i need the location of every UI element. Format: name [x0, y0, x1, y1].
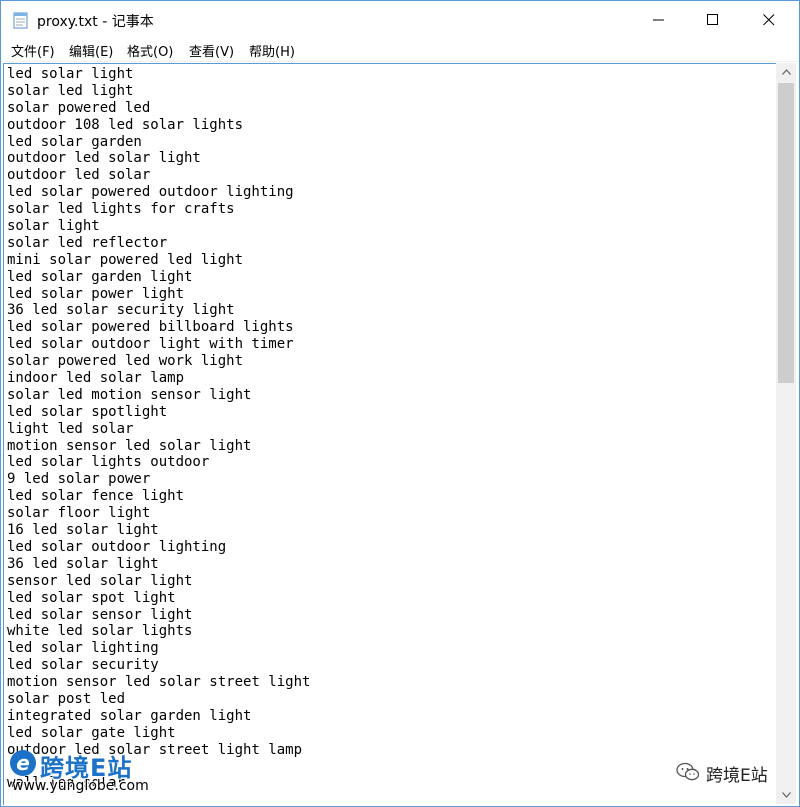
menu-bar: 文件(F) 编辑(E) 格式(O) 查看(V) 帮助(H) — [1, 39, 799, 62]
text-line: led solar spotlight — [7, 403, 168, 420]
text-line: solar led motion sensor light — [7, 386, 252, 403]
text-line: led solar outdoor lighting — [7, 538, 227, 555]
menu-format[interactable]: 格式(O) — [125, 41, 175, 60]
text-line: led solar lighting — [7, 640, 159, 657]
wechat-account-name: 跨境E站 — [706, 766, 768, 786]
text-line: 36 led solar light — [7, 555, 159, 572]
text-line: outdoor 108 led solar lights — [7, 116, 244, 133]
vertical-scrollbar[interactable] — [776, 63, 796, 804]
text-line: led solar spot light — [7, 589, 176, 606]
text-line: solar floor light — [7, 505, 151, 522]
text-line: 9 led solar power — [7, 471, 151, 488]
text-line: integrated solar garden light — [7, 707, 252, 724]
text-line: 36 led solar security light — [7, 302, 235, 319]
text-line: led solar light — [7, 66, 134, 82]
text-line: solar led reflector — [7, 234, 168, 251]
text-line: motion sensor led solar light — [7, 437, 252, 454]
text-lines: led solar light solar led light solar po… — [7, 66, 310, 792]
text-line: led solar powered outdoor lighting — [7, 184, 294, 201]
text-line: solar post led — [7, 690, 126, 707]
maximize-button[interactable] — [685, 1, 741, 39]
text-line: outdoor led solar light — [7, 150, 201, 167]
text-line: led solar gate light — [7, 724, 176, 741]
close-button[interactable] — [741, 1, 797, 39]
text-line: indoor led solar lamp — [7, 370, 185, 387]
menu-edit[interactable]: 编辑(E) — [67, 41, 115, 60]
scroll-down-arrow-icon — [781, 792, 791, 798]
text-line: led solar lights outdoor — [7, 454, 210, 471]
menu-view[interactable]: 查看(V) — [187, 41, 236, 60]
text-line: led solar sensor light — [7, 606, 193, 623]
text-line: led solar garden light — [7, 268, 193, 285]
text-line: led solar power light — [7, 285, 185, 302]
site-url: www.yunglobe.com — [12, 778, 149, 794]
text-line: led solar security — [7, 657, 159, 674]
wechat-icon — [676, 762, 700, 781]
text-line: 16 led solar light — [7, 522, 159, 539]
menu-file[interactable]: 文件(F) — [9, 41, 57, 60]
scroll-up-arrow-icon — [781, 69, 791, 75]
text-line: outdoor led solar — [7, 167, 151, 184]
menu-help[interactable]: 帮助(H) — [247, 41, 297, 60]
wechat-watermark: 跨境E站 — [676, 760, 788, 786]
scroll-thumb[interactable] — [778, 83, 794, 383]
text-line: solar light — [7, 218, 100, 235]
text-line: led solar outdoor light with timer — [7, 336, 294, 353]
text-line: sensor led solar light — [7, 572, 193, 589]
text-line: light led solar — [7, 420, 134, 437]
text-line: solar powered led work light — [7, 353, 244, 370]
maximize-icon — [707, 14, 718, 25]
site-watermark: e 跨境E站 www.yunglobe.com — [6, 748, 176, 802]
title-bar[interactable]: proxy.txt - 记事本 — [1, 1, 799, 39]
text-line: white led solar lights — [7, 623, 193, 640]
scroll-down-button[interactable] — [776, 786, 796, 804]
text-line: solar led light — [7, 82, 134, 99]
close-icon — [763, 14, 775, 26]
text-line: solar led lights for crafts — [7, 201, 235, 218]
site-logo-e-icon: e — [10, 750, 36, 776]
scroll-up-button[interactable] — [776, 63, 796, 81]
minimize-button[interactable] — [631, 1, 687, 39]
minimize-icon — [653, 19, 664, 21]
notepad-icon — [13, 12, 28, 29]
text-editor-area[interactable]: led solar light solar led light solar po… — [3, 63, 776, 805]
window-title: proxy.txt - 记事本 — [37, 14, 154, 30]
text-line: mini solar powered led light — [7, 251, 244, 268]
text-line: motion sensor led solar street light — [7, 674, 311, 691]
text-line: led solar garden — [7, 133, 142, 150]
text-line: led solar fence light — [7, 488, 185, 505]
text-line: led solar powered billboard lights — [7, 319, 294, 336]
text-line: solar powered led — [7, 99, 151, 116]
notepad-window: proxy.txt - 记事本 文件(F) 编辑(E) 格式(O) 查看(V) … — [0, 0, 800, 807]
